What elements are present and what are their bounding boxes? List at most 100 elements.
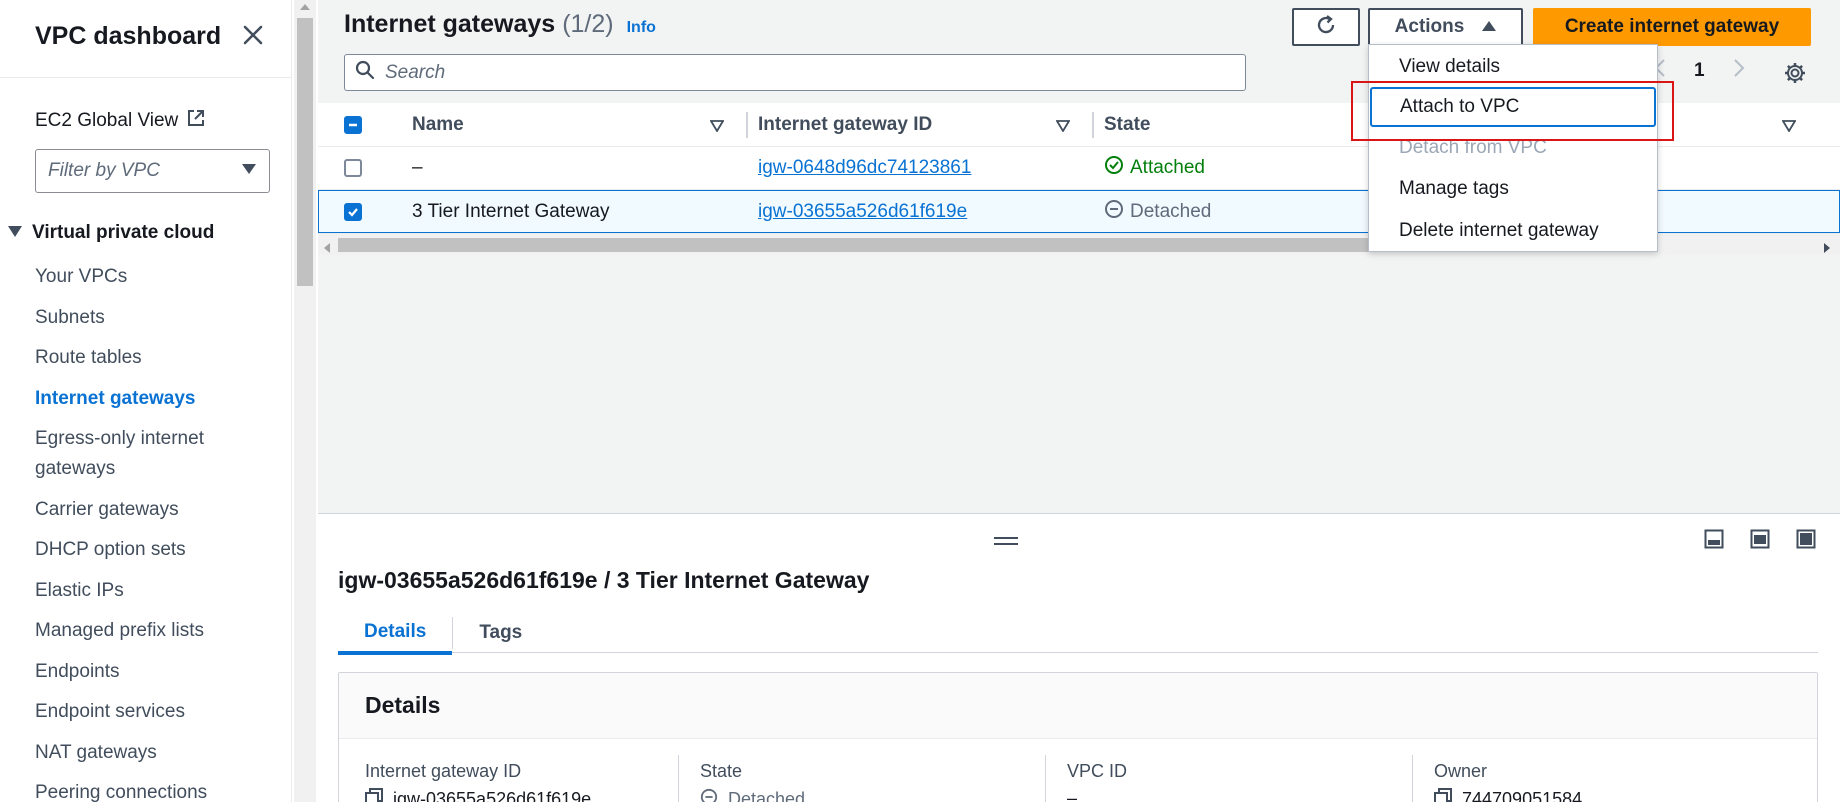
menu-item-view-details[interactable]: View details — [1369, 47, 1657, 87]
sidebar: VPC dashboard EC2 Global View Filter by … — [0, 0, 292, 802]
sidebar-title: VPC dashboard — [35, 22, 222, 50]
page-title-text: Internet gateways — [344, 10, 556, 38]
split-panel: igw-03655a526d61f619e / 3 Tier Internet … — [318, 515, 1840, 802]
search-icon — [355, 60, 375, 85]
actions-button[interactable]: Actions — [1368, 8, 1523, 46]
sidebar-item-carrier-gateways[interactable]: Carrier gateways — [35, 495, 265, 525]
row-gateway-id-link[interactable]: igw-03655a526d61f619e — [758, 191, 967, 233]
column-divider[interactable] — [746, 112, 748, 138]
tab-details[interactable]: Details — [338, 613, 453, 655]
menu-item-delete-internet-gateway[interactable]: Delete internet gateway — [1369, 211, 1657, 251]
column-header-state[interactable]: State — [1104, 103, 1150, 147]
detail-tabs: Details Tags — [338, 613, 1818, 655]
selection-count: (1/2) — [562, 10, 614, 38]
state-label: Detached — [1130, 201, 1212, 222]
refresh-button[interactable] — [1292, 8, 1360, 46]
check-circle-icon — [1104, 155, 1124, 181]
ec2-global-view-label: EC2 Global View — [35, 110, 179, 131]
scroll-up-arrow-icon[interactable] — [300, 4, 310, 10]
row-name: – — [412, 157, 423, 178]
vpc-filter-placeholder: Filter by VPC — [48, 160, 160, 181]
field-internet-gateway-id: Internet gateway ID igw-03655a526d61f619… — [365, 761, 591, 802]
page-title: Internet gateways (1/2) Info — [344, 10, 656, 39]
sidebar-item-nat-gateways[interactable]: NAT gateways — [35, 738, 265, 768]
menu-item-detach-from-vpc: Detach from VPC — [1399, 137, 1547, 158]
sidebar-item-subnets[interactable]: Subnets — [35, 303, 265, 333]
row-checkbox[interactable] — [344, 147, 362, 189]
vpc-filter-select[interactable]: Filter by VPC — [35, 149, 270, 193]
sidebar-item-managed-prefix-lists[interactable]: Managed prefix lists — [35, 616, 265, 646]
sidebar-item-route-tables[interactable]: Route tables — [35, 343, 265, 373]
row-state: Detached — [1104, 191, 1211, 233]
minus-circle-icon — [1104, 199, 1124, 225]
row-name: 3 Tier Internet Gateway — [412, 201, 610, 222]
sidebar-item-endpoints[interactable]: Endpoints — [35, 657, 265, 687]
panel-position-controls — [1704, 529, 1816, 554]
field-label: Owner — [1434, 761, 1488, 781]
gear-icon[interactable] — [1780, 58, 1810, 88]
caret-down-icon — [8, 222, 22, 244]
details-heading: Details — [339, 673, 1817, 739]
row-checkbox[interactable] — [344, 191, 362, 233]
sidebar-item-elastic-ips[interactable]: Elastic IPs — [35, 576, 265, 606]
field-owner: Owner 744709051584 — [1434, 761, 1582, 802]
menu-item-manage-tags[interactable]: Manage tags — [1369, 169, 1657, 209]
field-vpc-id: VPC ID – — [1067, 761, 1127, 802]
actions-dropdown-menu: View details Attach to VPC Detach from V… — [1368, 44, 1658, 252]
chevron-right-icon[interactable] — [1733, 58, 1745, 84]
sidebar-item-egress-only-internet-gateways[interactable]: Egress-only internet gateways — [35, 424, 225, 484]
pagination: 1 — [1654, 58, 1745, 84]
field-value: 744709051584 — [1462, 789, 1583, 802]
field-value: igw-03655a526d61f619e — [393, 789, 592, 802]
row-state: Attached — [1104, 147, 1205, 189]
copy-icon[interactable] — [1434, 788, 1452, 802]
sidebar-item-endpoint-services[interactable]: Endpoint services — [35, 697, 265, 727]
create-internet-gateway-button[interactable]: Create internet gateway — [1533, 8, 1811, 46]
sidebar-section-virtual-private-cloud[interactable]: Virtual private cloud — [8, 222, 214, 244]
sidebar-scrollbar[interactable] — [294, 0, 316, 802]
panel-full-icon[interactable] — [1796, 529, 1816, 554]
details-container: Details Internet gateway ID igw-03655a52… — [338, 672, 1818, 802]
field-label: VPC ID — [1067, 761, 1128, 781]
state-label: Attached — [1130, 157, 1205, 178]
search-placeholder: Search — [385, 61, 446, 83]
sort-icon[interactable] — [1781, 119, 1797, 137]
ec2-global-view-link[interactable]: EC2 Global View — [35, 108, 206, 134]
search-input[interactable]: Search — [344, 54, 1246, 91]
close-icon[interactable] — [238, 20, 268, 50]
panel-side-icon[interactable] — [1750, 529, 1770, 554]
field-label: Internet gateway ID — [365, 761, 522, 781]
sidebar-item-your-vpcs[interactable]: Your VPCs — [35, 262, 265, 292]
sort-icon[interactable] — [1055, 119, 1071, 137]
column-divider[interactable] — [1092, 112, 1094, 138]
field-state: State Detached — [700, 761, 805, 802]
sort-icon[interactable] — [709, 119, 725, 137]
menu-item-attach-to-vpc[interactable]: Attach to VPC — [1370, 87, 1656, 127]
field-divider — [678, 755, 679, 802]
scrollbar-thumb[interactable] — [297, 18, 313, 286]
panel-bottom-icon[interactable] — [1704, 529, 1724, 554]
field-value: – — [1067, 788, 1078, 802]
tab-tags[interactable]: Tags — [453, 613, 548, 653]
refresh-icon — [1314, 13, 1338, 42]
sidebar-section-label: Virtual private cloud — [32, 222, 215, 243]
copy-icon[interactable] — [365, 788, 383, 802]
row-gateway-id-link[interactable]: igw-0648d96dc74123861 — [758, 147, 971, 189]
select-all-checkbox[interactable] — [344, 103, 362, 147]
scroll-left-arrow-icon[interactable] — [324, 240, 330, 258]
info-link[interactable]: Info — [627, 19, 656, 37]
sidebar-header: VPC dashboard — [0, 0, 292, 78]
field-divider — [1412, 755, 1413, 802]
detail-title: igw-03655a526d61f619e / 3 Tier Internet … — [338, 567, 870, 593]
page-number[interactable]: 1 — [1694, 60, 1705, 82]
scroll-right-arrow-icon[interactable] — [1824, 240, 1830, 258]
column-header-name[interactable]: Name — [412, 103, 464, 147]
caret-down-icon — [241, 162, 257, 180]
minus-circle-icon — [700, 788, 718, 802]
field-label: State — [700, 761, 743, 781]
column-header-internet-gateway-id[interactable]: Internet gateway ID — [758, 103, 932, 147]
sidebar-item-peering-connections[interactable]: Peering connections — [35, 778, 265, 802]
sidebar-item-internet-gateways[interactable]: Internet gateways — [35, 384, 265, 414]
sidebar-item-dhcp-option-sets[interactable]: DHCP option sets — [35, 535, 265, 565]
drag-handle-icon[interactable] — [994, 533, 1018, 545]
